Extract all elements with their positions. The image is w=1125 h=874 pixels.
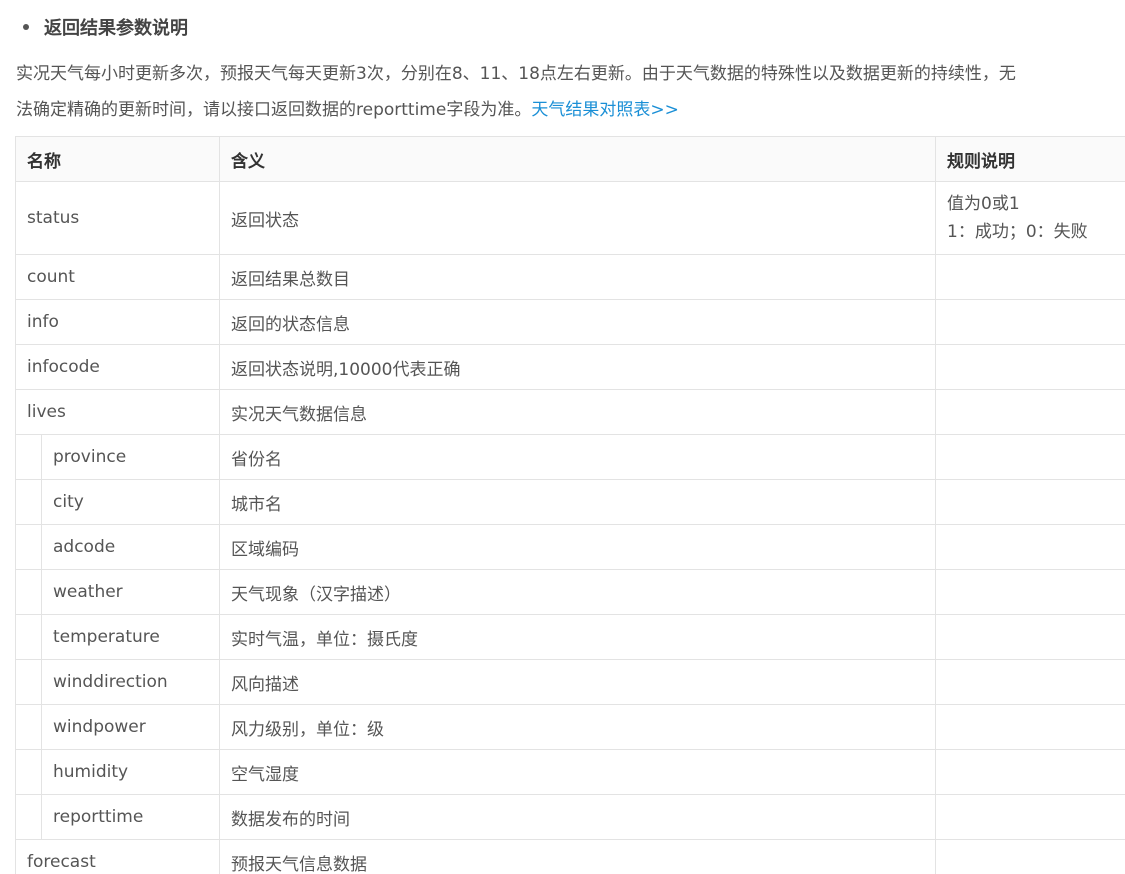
param-meaning-cell: 返回结果总数目 xyxy=(219,254,936,300)
table-row: temperature 实时气温，单位：摄氏度 xyxy=(15,614,1125,660)
param-name: forecast xyxy=(27,852,96,872)
param-rule-text: 值为0或1 1：成功；0：失败 xyxy=(947,194,1088,242)
response-params-table: 名称 含义 规则说明 status 返回状态 值为0或1 1：成功；0：失败 coun… xyxy=(15,136,1125,874)
intro-line-2-text: 法确定精确的更新时间，请以接口返回数据的reporttime字段为准。 xyxy=(16,100,532,120)
param-name: infocode xyxy=(27,357,100,377)
param-rule-cell xyxy=(935,434,1125,480)
param-meaning-cell: 数据发布的时间 xyxy=(219,794,936,840)
param-meaning-cell: 省份名 xyxy=(219,434,936,480)
param-rule-cell xyxy=(935,524,1125,570)
param-name-cell: weather xyxy=(15,569,220,615)
column-header-meaning: 含义 xyxy=(219,136,936,182)
param-name: temperature xyxy=(53,627,160,647)
param-meaning-cell: 风力级别，单位：级 xyxy=(219,704,936,750)
param-meaning-cell: 实况天气数据信息 xyxy=(219,389,936,435)
param-rule-cell xyxy=(935,569,1125,615)
param-rule-cell xyxy=(935,794,1125,840)
indent-guide-line xyxy=(41,525,42,569)
param-rule-cell xyxy=(935,614,1125,660)
param-rule-cell xyxy=(935,254,1125,300)
indent-guide-line xyxy=(41,480,42,524)
indent-guide-line xyxy=(41,570,42,614)
param-name-cell: infocode xyxy=(15,344,220,390)
param-name-cell: info xyxy=(15,299,220,345)
param-meaning-cell: 实时气温，单位：摄氏度 xyxy=(219,614,936,660)
section-heading: 返回结果参数说明 xyxy=(23,14,188,40)
param-name: city xyxy=(53,492,84,512)
param-name-cell: lives xyxy=(15,389,220,435)
param-name-cell: forecast xyxy=(15,839,220,874)
table-row: lives 实况天气数据信息 xyxy=(15,389,1125,435)
column-header-name: 名称 xyxy=(15,136,220,182)
param-name-cell: temperature xyxy=(15,614,220,660)
param-name-cell: status xyxy=(15,181,220,255)
table-row: forecast 预报天气信息数据 xyxy=(15,839,1125,874)
param-meaning-cell: 区域编码 xyxy=(219,524,936,570)
table-row: province 省份名 xyxy=(15,434,1125,480)
param-name: count xyxy=(27,267,75,287)
param-name-cell: count xyxy=(15,254,220,300)
param-name: reporttime xyxy=(53,807,144,827)
param-rule-cell xyxy=(935,389,1125,435)
param-rule-cell xyxy=(935,299,1125,345)
param-name-cell: humidity xyxy=(15,749,220,795)
param-name-cell: adcode xyxy=(15,524,220,570)
param-name-cell: reporttime xyxy=(15,794,220,840)
table-row: infocode 返回状态说明,10000代表正确 xyxy=(15,344,1125,390)
param-name-cell: city xyxy=(15,479,220,525)
param-name-cell: winddirection xyxy=(15,659,220,705)
param-name: status xyxy=(27,208,80,228)
param-name: weather xyxy=(53,582,123,602)
table-row: weather 天气现象（汉字描述） xyxy=(15,569,1125,615)
param-name: humidity xyxy=(53,762,129,782)
param-meaning-cell: 返回的状态信息 xyxy=(219,299,936,345)
table-header-row: 名称 含义 规则说明 xyxy=(15,136,1125,182)
param-name-cell: windpower xyxy=(15,704,220,750)
indent-guide-line xyxy=(41,750,42,794)
param-name: winddirection xyxy=(53,672,168,692)
table-body: status 返回状态 值为0或1 1：成功；0：失败 count 返回结果总数目 inf… xyxy=(15,181,1125,874)
bullet-icon xyxy=(23,24,29,30)
indent-guide-line xyxy=(41,435,42,479)
param-rule-cell xyxy=(935,479,1125,525)
param-meaning-cell: 天气现象（汉字描述） xyxy=(219,569,936,615)
param-rule-cell: 值为0或1 1：成功；0：失败 xyxy=(935,181,1125,255)
section-heading-text: 返回结果参数说明 xyxy=(44,18,188,39)
table-row: info 返回的状态信息 xyxy=(15,299,1125,345)
column-header-rule: 规则说明 xyxy=(935,136,1125,182)
indent-guide-line xyxy=(41,705,42,749)
param-name: info xyxy=(27,312,59,332)
table-row: status 返回状态 值为0或1 1：成功；0：失败 xyxy=(15,181,1125,255)
param-name: windpower xyxy=(53,717,146,737)
param-name: lives xyxy=(27,402,66,422)
param-meaning-cell: 空气湿度 xyxy=(219,749,936,795)
param-meaning-cell: 风向描述 xyxy=(219,659,936,705)
param-rule-cell xyxy=(935,659,1125,705)
param-rule-cell xyxy=(935,749,1125,795)
param-rule-cell xyxy=(935,704,1125,750)
table-row: adcode 区域编码 xyxy=(15,524,1125,570)
table-row: count 返回结果总数目 xyxy=(15,254,1125,300)
table-row: windpower 风力级别，单位：级 xyxy=(15,704,1125,750)
weather-result-table-link[interactable]: 天气结果对照表>> xyxy=(531,100,679,120)
param-rule-cell xyxy=(935,344,1125,390)
param-name-cell: province xyxy=(15,434,220,480)
intro-paragraph: 实况天气每小时更新多次，预报天气每天更新3次，分别在8、11、18点左右更新。由… xyxy=(16,56,1125,128)
indent-guide-line xyxy=(41,660,42,704)
intro-line-2: 法确定精确的更新时间，请以接口返回数据的reporttime字段为准。天气结果对… xyxy=(16,92,1125,128)
table-row: winddirection 风向描述 xyxy=(15,659,1125,705)
param-meaning-cell: 城市名 xyxy=(219,479,936,525)
intro-line-1: 实况天气每小时更新多次，预报天气每天更新3次，分别在8、11、18点左右更新。由… xyxy=(16,64,1016,84)
param-name: adcode xyxy=(53,537,116,557)
param-rule-cell xyxy=(935,839,1125,874)
indent-guide-line xyxy=(41,615,42,659)
param-meaning-cell: 返回状态 xyxy=(219,181,936,255)
param-meaning-cell: 返回状态说明,10000代表正确 xyxy=(219,344,936,390)
param-name: province xyxy=(53,447,127,467)
table-row: city 城市名 xyxy=(15,479,1125,525)
table-row: humidity 空气湿度 xyxy=(15,749,1125,795)
table-row: reporttime 数据发布的时间 xyxy=(15,794,1125,840)
param-meaning-cell: 预报天气信息数据 xyxy=(219,839,936,874)
indent-guide-line xyxy=(41,795,42,839)
